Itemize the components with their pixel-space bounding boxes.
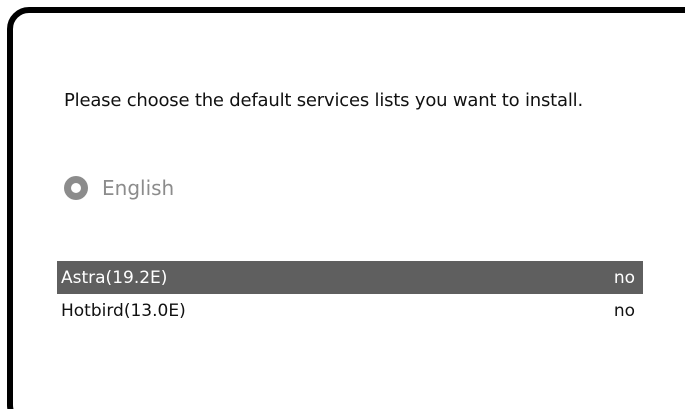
service-row-hotbird[interactable]: Hotbird(13.0E) no <box>57 294 643 327</box>
language-option[interactable]: English <box>64 174 174 202</box>
services-list: Astra(19.2E) no Hotbird(13.0E) no <box>57 261 643 327</box>
service-value: no <box>613 300 635 321</box>
dialog-frame <box>7 7 685 409</box>
radio-icon <box>64 176 88 200</box>
service-name: Hotbird(13.0E) <box>61 300 186 321</box>
service-value: no <box>613 267 635 288</box>
service-name: Astra(19.2E) <box>61 267 168 288</box>
language-option-label: English <box>102 176 175 200</box>
screen: Please choose the default services lists… <box>0 0 685 409</box>
dialog-prompt: Please choose the default services lists… <box>64 90 583 111</box>
service-row-astra[interactable]: Astra(19.2E) no <box>57 261 643 294</box>
